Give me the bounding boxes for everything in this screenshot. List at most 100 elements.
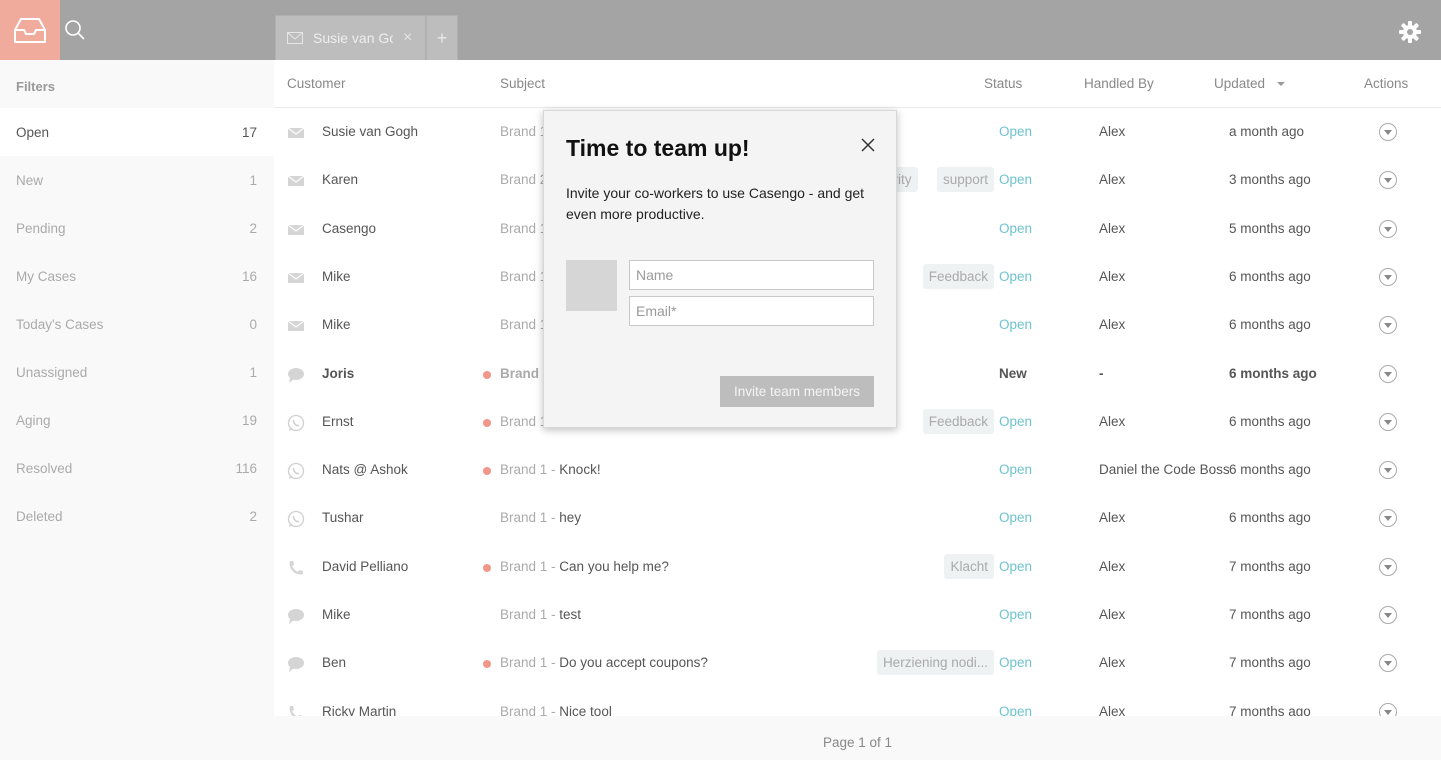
email-input[interactable]: [629, 296, 874, 326]
sidebar-item-resolved[interactable]: Resolved 116: [0, 444, 274, 492]
status-badge: Open: [999, 413, 1033, 429]
brand-label: Brand 1: [500, 124, 548, 139]
sidebar-item-open[interactable]: Open 17: [0, 108, 274, 156]
unread-dot: [483, 660, 491, 669]
whatsapp-icon: [287, 414, 305, 432]
status-badge: Open: [999, 607, 1033, 622]
col-subject[interactable]: Subject: [500, 76, 545, 91]
sidebar-item-count: 1: [249, 364, 257, 380]
chat-icon: [287, 366, 305, 384]
col-handled-by[interactable]: Handled By: [1084, 76, 1154, 91]
search-icon[interactable]: [64, 19, 86, 41]
close-icon[interactable]: [860, 137, 876, 153]
actions-dropdown-icon[interactable]: [1379, 606, 1397, 624]
actions-dropdown-icon[interactable]: [1379, 509, 1397, 528]
sidebar-item-pending[interactable]: Pending 2: [0, 204, 274, 252]
handled-by: Alex: [1099, 124, 1126, 139]
col-status[interactable]: Status: [984, 76, 1022, 91]
sidebar-item-count: 17: [241, 124, 257, 140]
tab-close-icon[interactable]: ×: [403, 29, 412, 47]
sidebar-item-count: 2: [249, 508, 257, 524]
subject: Brand 1: [500, 269, 547, 284]
table-row[interactable]: David Pelliano Brand 1 - Can you help me?…: [274, 543, 1441, 591]
new-tab-button[interactable]: +: [426, 15, 458, 60]
sidebar-item-label: Deleted: [16, 508, 63, 524]
phone-icon: [287, 559, 305, 577]
tag-badge[interactable]: Klacht: [944, 553, 994, 579]
subject: Brand 1: [500, 221, 547, 236]
updated-time: a month ago: [1229, 124, 1305, 139]
updated-time: 5 months ago: [1229, 220, 1311, 236]
handled-by: -: [1099, 365, 1104, 381]
actions-dropdown-icon[interactable]: [1379, 557, 1397, 576]
sidebar-item-aging[interactable]: Aging 19: [0, 396, 274, 444]
subject-text: test: [559, 607, 582, 622]
actions-dropdown-icon[interactable]: [1379, 412, 1397, 431]
subject-text: Nice tool: [559, 703, 612, 716]
actions-dropdown-icon[interactable]: [1379, 123, 1397, 141]
unread-dot: [483, 370, 491, 379]
sidebar-item-my-cases[interactable]: My Cases 16: [0, 252, 274, 300]
table-header: Customer Subject Status Handled By Updat…: [274, 60, 1441, 108]
actions-dropdown-icon[interactable]: [1379, 316, 1397, 335]
col-updated-label: Updated: [1214, 76, 1266, 91]
subject-text: hey: [559, 510, 582, 526]
customer-name: Nats @ Ashok: [322, 462, 408, 478]
sidebar-item-new[interactable]: New 1: [0, 156, 274, 204]
sidebar-item-label: New: [16, 172, 44, 188]
mail-icon: [287, 32, 303, 44]
brand-label: Brand 1: [500, 413, 548, 429]
status-badge: Open: [999, 510, 1033, 526]
inbox-logo-icon[interactable]: [0, 0, 60, 60]
updated-time: 3 months ago: [1229, 172, 1311, 188]
handled-by: Alex: [1099, 172, 1126, 188]
actions-dropdown-icon[interactable]: [1379, 364, 1397, 383]
updated-time: 7 months ago: [1229, 655, 1311, 671]
sidebar-item-label: Pending: [16, 220, 66, 236]
actions-dropdown-icon[interactable]: [1379, 219, 1397, 238]
handled-by: Alex: [1099, 510, 1126, 526]
customer-name: Susie van Gogh: [322, 124, 419, 139]
invite-modal: Time to team up! Invite your co-workers …: [543, 110, 897, 428]
table-row[interactable]: Tushar Brand 1 - hey Open Alex 6 months ago: [274, 494, 1441, 542]
brand-label: Brand 2: [500, 172, 548, 188]
sidebar-item-unassigned[interactable]: Unassigned 1: [0, 348, 274, 396]
name-input[interactable]: [629, 260, 874, 290]
updated-time: 6 months ago: [1229, 413, 1311, 429]
sort-caret-icon: [1277, 82, 1286, 87]
brand-label: Brand 1: [500, 703, 548, 716]
col-updated[interactable]: Updated: [1214, 76, 1286, 91]
sidebar-item-label: Unassigned: [16, 364, 88, 380]
brand-label: Brand 1: [500, 268, 548, 284]
actions-dropdown-icon[interactable]: [1379, 702, 1397, 716]
actions-dropdown-icon[interactable]: [1379, 461, 1397, 480]
tab-susie-van-gogh[interactable]: Susie van Gogh ×: [275, 15, 426, 60]
tag-badge[interactable]: Feedback: [922, 263, 994, 289]
customer-name: Ernst: [322, 413, 354, 429]
sidebar-item-today-s-cases[interactable]: Today's Cases 0: [0, 300, 274, 348]
table-row[interactable]: Ricky Martin Brand 1 - Nice tool Open Alex 7…: [274, 688, 1441, 716]
gear-icon[interactable]: [1399, 21, 1421, 43]
invite-team-members-button[interactable]: Invite team members: [720, 376, 874, 407]
actions-dropdown-icon[interactable]: [1379, 171, 1397, 190]
table-row[interactable]: Nats @ Ashok Brand 1 - Knock! Open Daniel t…: [274, 446, 1441, 494]
sidebar-item-label: Aging: [16, 412, 51, 428]
handled-by: Alex: [1099, 558, 1126, 574]
actions-dropdown-icon[interactable]: [1379, 654, 1397, 673]
sidebar-item-count: 2: [249, 220, 257, 236]
actions-dropdown-icon[interactable]: [1379, 267, 1397, 286]
unread-dot: [483, 563, 491, 572]
updated-time: 6 months ago: [1229, 317, 1311, 333]
status-badge: Open: [999, 462, 1033, 478]
col-customer[interactable]: Customer: [287, 76, 346, 91]
handled-by: Alex: [1099, 655, 1126, 671]
customer-name: Mike: [322, 607, 351, 622]
table-row[interactable]: Ben Brand 1 - Do you accept coupons? Herzi…: [274, 639, 1441, 687]
tag-badge[interactable]: support: [936, 167, 994, 193]
sidebar-item-deleted[interactable]: Deleted 2: [0, 492, 274, 540]
updated-time: 7 months ago: [1229, 703, 1311, 716]
tag-badge[interactable]: Herziening nodi...: [876, 650, 994, 676]
tag-badge[interactable]: Feedback: [922, 408, 994, 434]
table-row[interactable]: Mike Brand 1 - test Open Alex 7 months ago: [274, 591, 1441, 639]
handled-by: Daniel the Code Boss: [1099, 462, 1230, 478]
